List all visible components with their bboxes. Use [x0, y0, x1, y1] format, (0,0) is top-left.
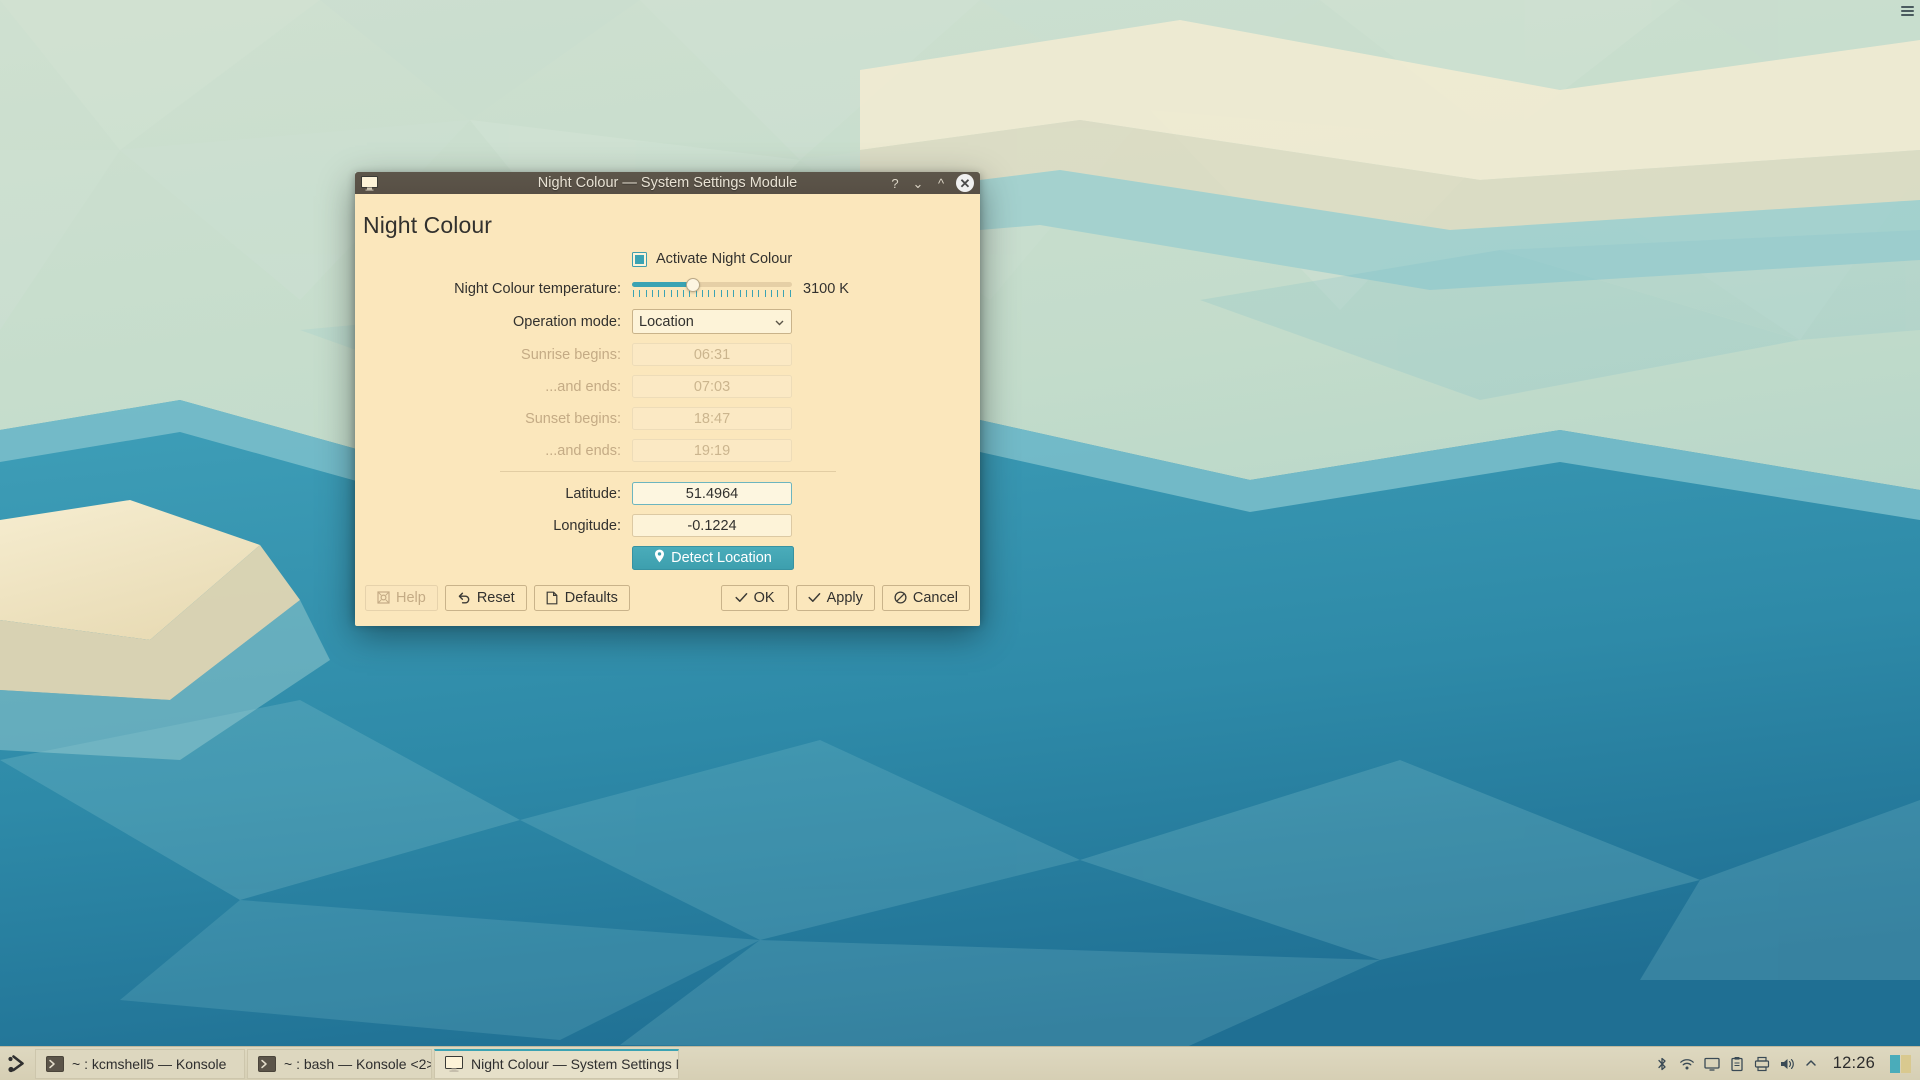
cancel-button[interactable]: Cancel [882, 585, 970, 611]
longitude-input[interactable]: -0.1224 [632, 514, 792, 537]
sunset-begins-label: Sunset begins: [355, 411, 632, 427]
task-list: ~ : kcmshell5 — Konsole ~ : bash — Konso… [34, 1047, 1654, 1080]
sunset-ends-field: 19:19 [632, 439, 792, 462]
check-icon [808, 592, 821, 603]
detect-location-button[interactable]: Detect Location [632, 546, 794, 570]
clipboard-icon[interactable] [1729, 1056, 1745, 1072]
document-icon [546, 591, 559, 605]
sunrise-ends-label: ...and ends: [355, 379, 632, 395]
latitude-label: Latitude: [355, 486, 632, 502]
night-colour-dialog: Night Colour — System Settings Module ? … [355, 172, 980, 622]
desktop-pager[interactable] [1890, 1055, 1912, 1073]
kickoff-launcher-icon[interactable] [0, 1047, 34, 1080]
checkbox-fill [635, 255, 644, 264]
slider-handle[interactable] [686, 278, 700, 292]
sunrise-begins-label: Sunrise begins: [355, 347, 632, 363]
reset-button-label: Reset [477, 590, 515, 606]
window-buttons: ? ⌄ ^ ✕ [884, 172, 976, 194]
monitor-icon [361, 176, 378, 191]
window-maximize-button[interactable]: ^ [930, 172, 952, 194]
activate-night-colour-checkbox[interactable] [632, 252, 647, 267]
apply-button-label: Apply [827, 590, 863, 606]
task-label: ~ : kcmshell5 — Konsole [72, 1056, 226, 1072]
undo-icon [457, 591, 471, 604]
sunrise-ends-row: ...and ends: 07:03 [355, 375, 980, 398]
task-night-colour[interactable]: Night Colour — System Settings M… [434, 1049, 679, 1079]
sunset-begins-row: Sunset begins: 18:47 [355, 407, 980, 430]
window-help-button[interactable]: ? [884, 172, 906, 194]
activate-night-colour-row: Activate Night Colour [355, 251, 980, 267]
konsole-icon [46, 1056, 64, 1072]
sunset-ends-label: ...and ends: [355, 443, 632, 459]
defaults-button[interactable]: Defaults [534, 585, 630, 611]
chevron-down-icon [774, 316, 785, 327]
pager-desktop-2[interactable] [1901, 1055, 1911, 1073]
wifi-icon[interactable] [1679, 1056, 1695, 1072]
window-titlebar[interactable]: Night Colour — System Settings Module ? … [355, 172, 980, 194]
apply-button[interactable]: Apply [796, 585, 875, 611]
task-bash[interactable]: ~ : bash — Konsole <2> [247, 1049, 432, 1079]
ok-button-label: OK [754, 590, 775, 606]
longitude-row: Longitude: -0.1224 [355, 514, 980, 537]
check-icon [735, 592, 748, 603]
sunrise-begins-field: 06:31 [632, 343, 792, 366]
sunrise-begins-row: Sunrise begins: 06:31 [355, 343, 980, 366]
clock[interactable]: 12:26 [1829, 1054, 1881, 1073]
ok-button[interactable]: OK [721, 585, 789, 611]
konsole-icon [258, 1056, 276, 1072]
slider-fill [632, 282, 693, 287]
cancel-button-label: Cancel [913, 590, 958, 606]
pager-desktop-1[interactable] [1890, 1055, 1900, 1073]
temperature-row: Night Colour temperature: 3100 K [355, 278, 980, 300]
detect-location-label: Detect Location [671, 550, 772, 566]
dialog-button-bar: Help Reset Defaults [355, 579, 980, 626]
hamburger-bars [1901, 4, 1914, 18]
latitude-row: Latitude: 51.4964 [355, 482, 980, 505]
help-button-label: Help [396, 590, 426, 606]
task-label: ~ : bash — Konsole <2> [284, 1056, 432, 1072]
task-kcmshell5[interactable]: ~ : kcmshell5 — Konsole [35, 1049, 245, 1079]
bluetooth-icon[interactable] [1654, 1056, 1670, 1072]
defaults-button-label: Defaults [565, 590, 618, 606]
sunset-ends-row: ...and ends: 19:19 [355, 439, 980, 462]
settings-form: Activate Night Colour Night Colour tempe… [355, 239, 980, 579]
detect-location-row: Detect Location [355, 546, 980, 570]
dialog-body: Night Colour Activate Night Colour Night… [355, 194, 980, 626]
printer-icon[interactable] [1754, 1056, 1770, 1072]
temperature-label: Night Colour temperature: [355, 281, 632, 297]
operation-mode-row: Operation mode: Location [355, 309, 980, 334]
operation-mode-label: Operation mode: [355, 314, 632, 330]
reset-button[interactable]: Reset [445, 585, 527, 611]
operation-mode-value: Location [639, 314, 694, 330]
slider-ticks [633, 290, 791, 297]
window-minimize-button[interactable]: ⌄ [907, 172, 929, 194]
longitude-label: Longitude: [355, 518, 632, 534]
taskbar: ~ : kcmshell5 — Konsole ~ : bash — Konso… [0, 1046, 1920, 1080]
sunset-begins-field: 18:47 [632, 407, 792, 430]
page-title: Night Colour [355, 194, 980, 239]
map-pin-icon [654, 549, 665, 567]
activate-night-colour-label: Activate Night Colour [656, 251, 792, 267]
sunrise-ends-field: 07:03 [632, 375, 792, 398]
monitor-icon [445, 1056, 463, 1072]
help-icon [377, 591, 390, 604]
window-close-button[interactable]: ✕ [956, 174, 974, 192]
system-tray: 12:26 [1654, 1047, 1920, 1080]
form-separator [500, 471, 836, 472]
latitude-input[interactable]: 51.4964 [632, 482, 792, 505]
panel-hamburger-icon[interactable] [1894, 0, 1920, 22]
chevron-up-icon[interactable] [1804, 1056, 1820, 1072]
cancel-icon [894, 591, 907, 604]
task-label: Night Colour — System Settings M… [471, 1056, 679, 1072]
volume-icon[interactable] [1779, 1056, 1795, 1072]
operation-mode-combobox[interactable]: Location [632, 309, 792, 334]
display-icon[interactable] [1704, 1056, 1720, 1072]
temperature-value: 3100 K [803, 281, 849, 297]
temperature-slider[interactable] [632, 278, 792, 300]
help-button: Help [365, 585, 438, 611]
